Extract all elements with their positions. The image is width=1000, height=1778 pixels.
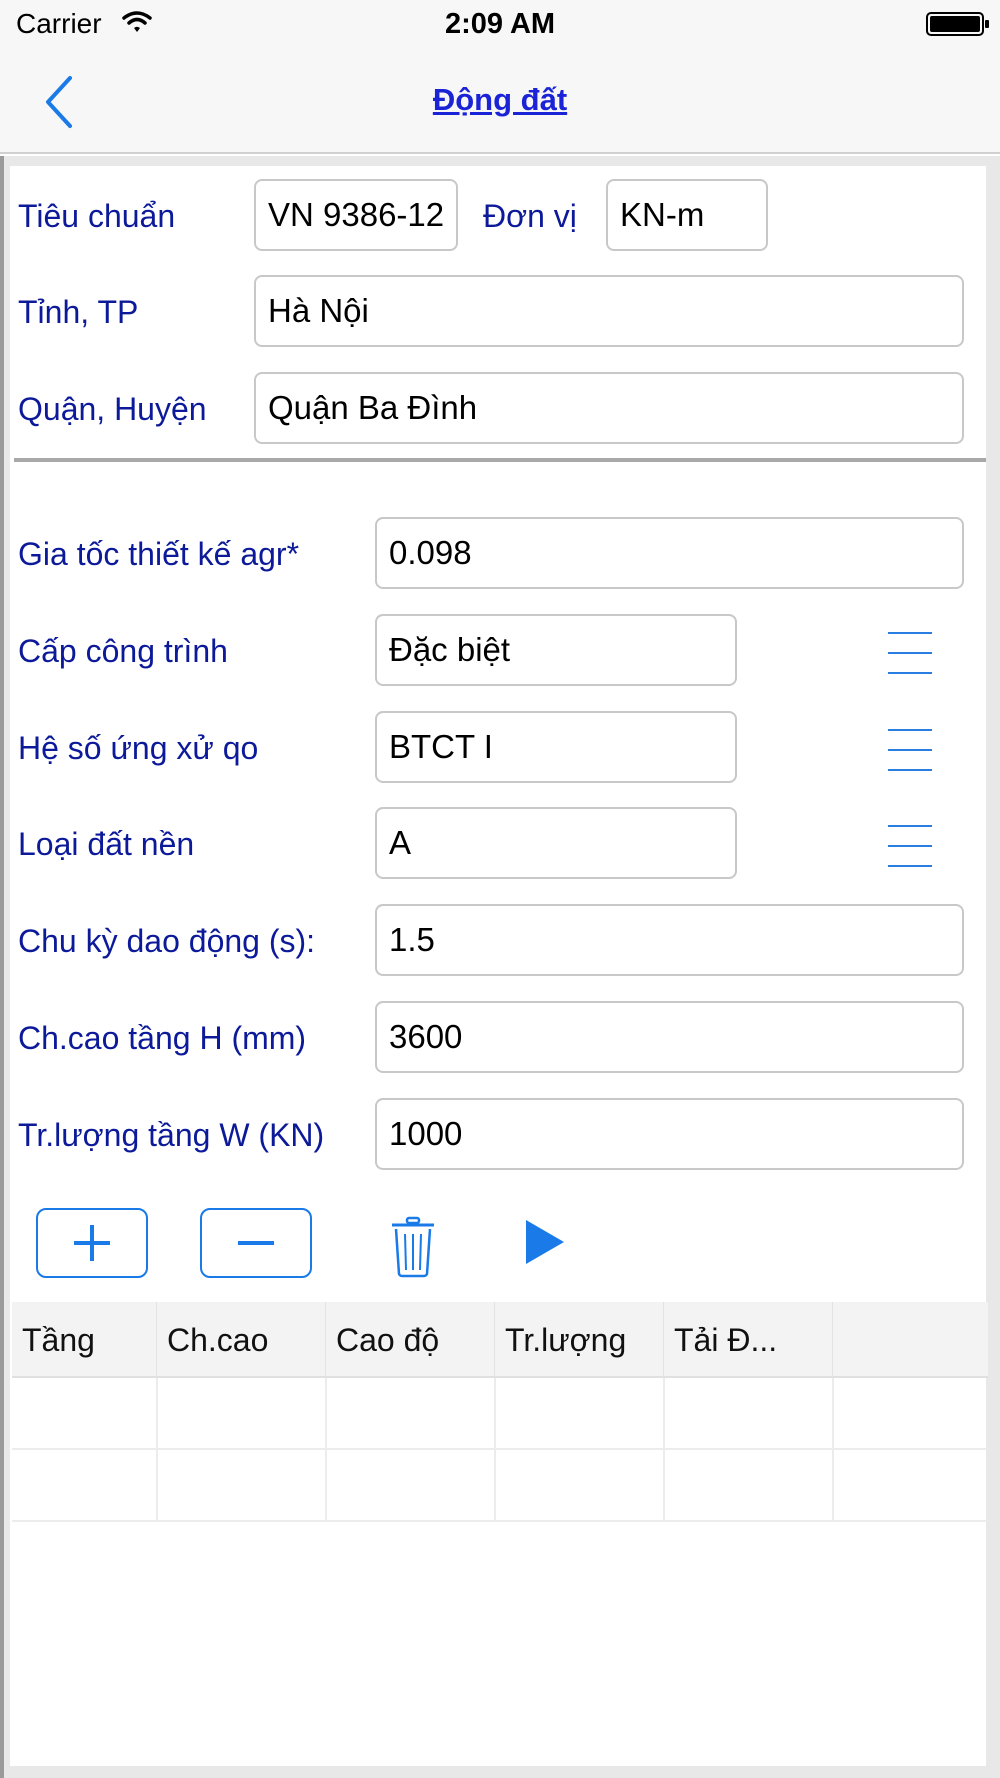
status-time: 2:09 AM xyxy=(444,8,556,40)
grade-menu-icon[interactable] xyxy=(888,632,932,676)
table-cell[interactable] xyxy=(158,1378,327,1450)
standard-label: Tiêu chuẩn xyxy=(18,198,176,234)
qo-label: Hệ số ứng xử qo xyxy=(18,730,259,766)
province-field[interactable]: Hà Nội xyxy=(254,275,964,347)
column-header-height[interactable]: Ch.cao xyxy=(157,1302,326,1378)
column-header-floor[interactable]: Tầng xyxy=(12,1302,157,1378)
table-header: Tầng Ch.cao Cao độ Tr.lượng Tải Đ... xyxy=(12,1302,988,1378)
district-label: Quận, Huyện xyxy=(18,391,207,427)
agr-field[interactable]: 0.098 xyxy=(375,517,964,589)
unit-field[interactable]: KN-m xyxy=(606,179,768,251)
standard-field[interactable]: VN 9386-12 xyxy=(254,179,458,251)
table-cell[interactable] xyxy=(327,1450,496,1522)
agr-label: Gia tốc thiết kế agr* xyxy=(18,536,300,572)
table-cell[interactable] xyxy=(496,1450,665,1522)
page-title: Động đất xyxy=(432,82,568,117)
table-cell[interactable] xyxy=(834,1378,988,1450)
minus-icon xyxy=(238,1241,274,1245)
table-cell[interactable] xyxy=(834,1450,988,1522)
grade-label: Cấp công trình xyxy=(18,633,228,669)
plus-icon xyxy=(74,1225,110,1261)
status-bar: Carrier 2:09 AM xyxy=(0,0,1000,48)
soil-label: Loại đất nền xyxy=(18,826,195,862)
navigation-bar: Động đất xyxy=(0,48,1000,154)
qo-field[interactable]: BTCT I xyxy=(375,711,737,783)
table-cell[interactable] xyxy=(12,1378,158,1450)
height-label: Ch.cao tầng H (mm) xyxy=(18,1020,307,1056)
district-field[interactable]: Quận Ba Đình xyxy=(254,372,964,444)
trash-icon[interactable] xyxy=(390,1216,436,1278)
table-cell[interactable] xyxy=(327,1378,496,1450)
period-label: Chu kỳ dao động (s): xyxy=(18,923,316,959)
column-header-extra xyxy=(833,1302,988,1378)
soil-field[interactable]: A xyxy=(375,807,737,879)
table-row[interactable] xyxy=(12,1378,988,1450)
unit-label: Đơn vị xyxy=(483,198,577,234)
soil-menu-icon[interactable] xyxy=(888,825,932,869)
table-row[interactable] xyxy=(12,1450,988,1522)
add-row-button[interactable] xyxy=(36,1208,148,1278)
column-header-load[interactable]: Tải Đ... xyxy=(664,1302,833,1378)
table-cell[interactable] xyxy=(496,1378,665,1450)
column-header-elevation[interactable]: Cao độ xyxy=(326,1302,495,1378)
play-icon[interactable] xyxy=(524,1218,566,1266)
province-label: Tỉnh, TP xyxy=(18,294,139,330)
height-field[interactable]: 3600 xyxy=(375,1001,964,1073)
section-divider xyxy=(14,458,986,462)
grade-field[interactable]: Đặc biệt xyxy=(375,614,737,686)
left-edge-divider xyxy=(0,156,4,1778)
column-header-weight[interactable]: Tr.lượng xyxy=(495,1302,664,1378)
battery-icon xyxy=(926,12,989,36)
table-cell[interactable] xyxy=(12,1450,158,1522)
weight-field[interactable]: 1000 xyxy=(375,1098,964,1170)
remove-row-button[interactable] xyxy=(200,1208,312,1278)
table-cell[interactable] xyxy=(665,1378,834,1450)
table-cell[interactable] xyxy=(158,1450,327,1522)
qo-menu-icon[interactable] xyxy=(888,729,932,773)
table-cell[interactable] xyxy=(665,1450,834,1522)
weight-label: Tr.lượng tầng W (KN) xyxy=(18,1117,325,1153)
period-field[interactable]: 1.5 xyxy=(375,904,964,976)
